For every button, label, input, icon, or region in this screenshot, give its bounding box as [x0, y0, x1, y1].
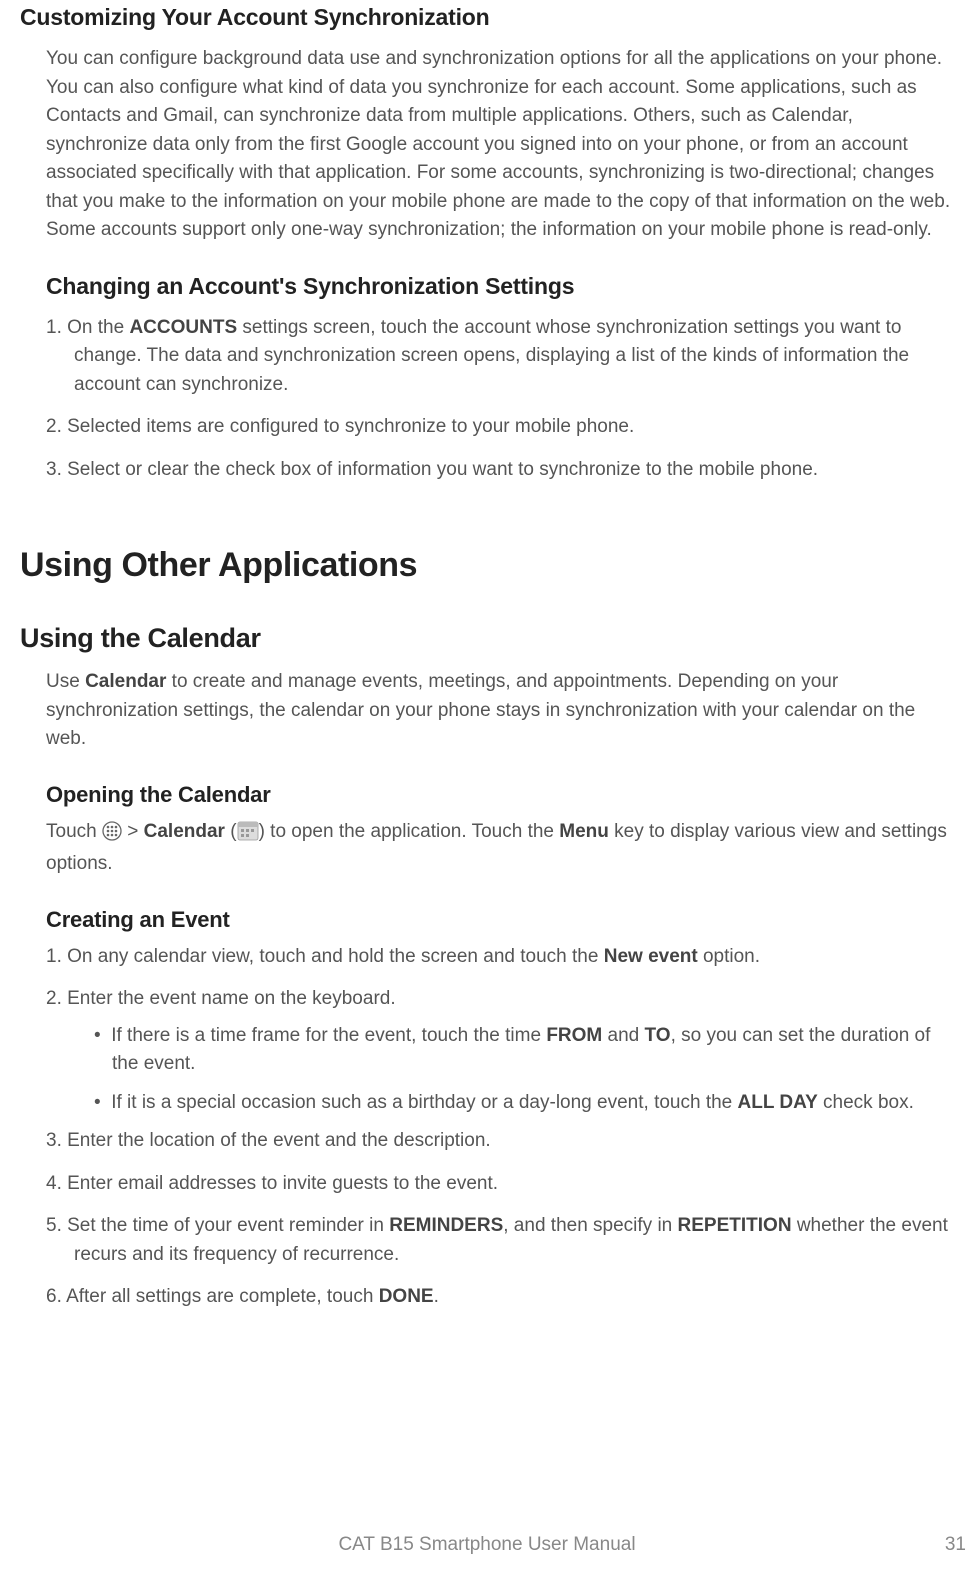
- step2-text: 2. Enter the event name on the keyboard.: [46, 988, 396, 1009]
- step1-prefix: 1. On any calendar view, touch and hold …: [46, 946, 604, 967]
- changing-step-2: 2. Selected items are configured to sync…: [46, 413, 954, 442]
- creating-event-title: Creating an Event: [46, 907, 954, 933]
- calendar-intro-suffix: to create and manage events, meetings, a…: [46, 671, 915, 749]
- step6-suffix: .: [434, 1286, 439, 1307]
- section-using-calendar-title: Using the Calendar: [20, 623, 954, 654]
- changing-steps: 1. On the ACCOUNTS settings screen, touc…: [46, 314, 954, 485]
- bullet-dot: •: [94, 1092, 111, 1113]
- step1-suffix: option.: [698, 946, 760, 967]
- bullet-dot: •: [94, 1025, 111, 1046]
- opening-mid2: (: [225, 821, 237, 842]
- step6-prefix: 6. After all settings are complete, touc…: [46, 1286, 379, 1307]
- section-using-calendar-body: Use Calendar to create and manage events…: [20, 668, 954, 754]
- step5-bold2: REPETITION: [678, 1215, 792, 1236]
- b1-bold2: TO: [645, 1025, 671, 1046]
- b1-mid: and: [602, 1025, 644, 1046]
- step5-prefix: 5. Set the time of your event reminder i…: [46, 1215, 389, 1236]
- step2-bullet-2: • If it is a special occasion such as a …: [88, 1089, 954, 1118]
- section-creating-event: Creating an Event 1. On any calendar vie…: [20, 907, 954, 1312]
- b1-bold1: FROM: [546, 1025, 602, 1046]
- opening-mid3: ) to open the application. Touch the: [259, 821, 560, 842]
- opening-calendar-text: Touch > Calendar ( ) to open the applicat…: [46, 818, 954, 879]
- footer: CAT B15 Smartphone User Manual: [0, 1534, 974, 1556]
- step2-bullets: • If there is a time frame for the event…: [74, 1022, 954, 1118]
- step-1-prefix: 1. On the: [46, 317, 129, 338]
- changing-step-1: 1. On the ACCOUNTS settings screen, touc…: [46, 314, 954, 400]
- chapter-using-other-apps: Using Other Applications: [20, 546, 954, 585]
- step5-mid: , and then specify in: [503, 1215, 677, 1236]
- section-customizing-body: You can configure background data use an…: [20, 45, 954, 245]
- creating-step-3: 3. Enter the location of the event and t…: [46, 1127, 954, 1156]
- section-changing-wrapper: Changing an Account's Synchronization Se…: [20, 273, 954, 485]
- creating-step-6: 6. After all settings are complete, touc…: [46, 1283, 954, 1312]
- opening-bold2: Menu: [559, 821, 609, 842]
- step2-bullet-1: • If there is a time frame for the event…: [88, 1022, 954, 1079]
- page-content: Customizing Your Account Synchronization…: [0, 4, 974, 1312]
- opening-bold1: Calendar: [144, 821, 225, 842]
- calendar-intro-prefix: Use: [46, 671, 85, 692]
- b1-prefix: If there is a time frame for the event, …: [111, 1025, 546, 1046]
- apps-grid-icon: [102, 821, 122, 851]
- step-1-bold: ACCOUNTS: [129, 317, 237, 338]
- b2-suffix: check box.: [818, 1092, 914, 1113]
- creating-step-1: 1. On any calendar view, touch and hold …: [46, 943, 954, 972]
- section-changing-title: Changing an Account's Synchronization Se…: [46, 273, 954, 300]
- b2-bold: ALL DAY: [738, 1092, 818, 1113]
- b2-prefix: If it is a special occasion such as a bi…: [111, 1092, 737, 1113]
- section-customizing-title: Customizing Your Account Synchronization: [20, 4, 954, 31]
- section-opening-calendar: Opening the Calendar Touch > Calendar ()…: [20, 782, 954, 879]
- creating-event-steps: 1. On any calendar view, touch and hold …: [46, 943, 954, 1312]
- customizing-intro: You can configure background data use an…: [46, 45, 954, 245]
- step6-bold: DONE: [379, 1286, 434, 1307]
- step5-bold1: REMINDERS: [389, 1215, 503, 1236]
- creating-step-2: 2. Enter the event name on the keyboard.…: [46, 985, 954, 1117]
- creating-step-4: 4. Enter email addresses to invite guest…: [46, 1170, 954, 1199]
- opening-prefix: Touch: [46, 821, 102, 842]
- calendar-icon: [237, 821, 259, 851]
- opening-mid1: >: [122, 821, 144, 842]
- step1-bold: New event: [604, 946, 698, 967]
- changing-step-3: 3. Select or clear the check box of info…: [46, 456, 954, 485]
- calendar-intro-bold: Calendar: [85, 671, 166, 692]
- creating-step-5: 5. Set the time of your event reminder i…: [46, 1212, 954, 1269]
- using-calendar-intro: Use Calendar to create and manage events…: [46, 668, 954, 754]
- footer-text: CAT B15 Smartphone User Manual: [338, 1534, 635, 1555]
- opening-calendar-title: Opening the Calendar: [46, 782, 954, 808]
- page-number: 31: [945, 1534, 966, 1556]
